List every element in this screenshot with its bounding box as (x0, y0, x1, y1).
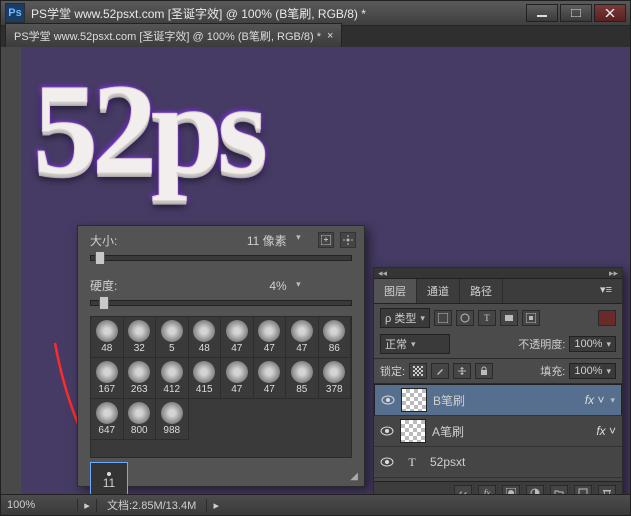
opacity-label: 不透明度: (518, 336, 565, 352)
zoom-menu-icon[interactable]: ▸ (78, 499, 97, 512)
lock-paint-icon[interactable] (431, 363, 449, 379)
filter-adjust-icon[interactable] (456, 310, 474, 326)
brush-hardness-label: 硬度: (90, 277, 130, 294)
brush-new-preset-icon[interactable] (318, 232, 334, 248)
brush-preset[interactable]: 263 (124, 358, 157, 399)
brush-preset[interactable]: 412 (156, 358, 189, 399)
brush-preset[interactable]: 47 (221, 358, 254, 399)
close-button[interactable] (594, 4, 626, 22)
filter-pixel-icon[interactable] (434, 310, 452, 326)
layer-name: 52psxt (430, 455, 465, 469)
brush-preset[interactable]: 86 (319, 317, 352, 358)
fx-badge[interactable]: fx ˅ (596, 424, 616, 438)
layer-thumbnail (401, 388, 427, 412)
brush-preset[interactable]: 32 (124, 317, 157, 358)
fill-label: 填充: (540, 363, 565, 379)
layer-filter-kind[interactable]: ρ 类型 (380, 308, 430, 328)
zoom-value[interactable]: 100% (1, 499, 78, 511)
lock-position-icon[interactable] (453, 363, 471, 379)
brush-preset[interactable]: 988 (156, 399, 189, 440)
collapse-right-icon[interactable]: ▸▸ (609, 268, 618, 278)
layer-row[interactable]: B笔刷 fx ˅ (374, 384, 622, 416)
layer-name: B笔刷 (433, 392, 465, 409)
lock-transparent-icon[interactable] (409, 363, 427, 379)
title-text: PS学堂 www.52psxt.com [圣诞字效] @ 100% (B笔刷, … (31, 5, 524, 22)
document-tab[interactable]: PS学堂 www.52psxt.com [圣诞字效] @ 100% (B笔刷, … (5, 23, 342, 48)
app-window: Ps PS学堂 www.52psxt.com [圣诞字效] @ 100% (B笔… (0, 0, 631, 516)
close-tab-icon[interactable]: × (327, 30, 333, 42)
brush-preset[interactable]: 167 (91, 358, 124, 399)
doc-size: 文档:2.85M/13.4M (97, 497, 206, 513)
blend-mode-select[interactable]: 正常 (380, 334, 450, 354)
visibility-eye-icon[interactable] (381, 395, 395, 405)
brush-preset[interactable]: 47 (254, 358, 287, 399)
brush-preset[interactable]: 5 (156, 317, 189, 358)
lock-label: 锁定: (380, 363, 405, 379)
panel-tabs: 图层 通道 路径 ▾≡ (374, 279, 622, 304)
brush-preset[interactable]: 47 (254, 317, 287, 358)
brush-hardness-slider[interactable] (90, 300, 352, 306)
left-toolbar (1, 47, 22, 495)
brush-preset[interactable]: 47 (286, 317, 319, 358)
doc-menu-icon[interactable]: ▸ (206, 499, 225, 512)
brush-size-label: 大小: (90, 232, 130, 249)
document-tab-bar: PS学堂 www.52psxt.com [圣诞字效] @ 100% (B笔刷, … (1, 26, 630, 49)
fx-badge[interactable]: fx ˅ (585, 393, 605, 407)
brush-size-slider[interactable] (90, 255, 352, 261)
status-bar: 100% ▸ 文档:2.85M/13.4M ▸ (1, 494, 630, 515)
layers-panel: ◂◂ ▸▸ 图层 通道 路径 ▾≡ ρ 类型 T 正常 不透明度: 100% (373, 267, 623, 505)
text-layer-icon: T (400, 451, 424, 473)
resize-grip-icon[interactable]: ◢ (350, 471, 358, 482)
layer-list[interactable]: B笔刷 fx ˅ A笔刷 fx ˅ T 52psxt (374, 384, 622, 481)
brush-menu-icon[interactable] (340, 232, 356, 248)
brush-preset-grid[interactable]: 4832548474747861672634124154747853786478… (90, 316, 352, 458)
layer-row[interactable]: T 52psxt (374, 447, 622, 478)
tab-channels[interactable]: 通道 (417, 279, 460, 303)
brush-preset[interactable]: 415 (189, 358, 222, 399)
filter-text-icon[interactable]: T (478, 310, 496, 326)
opacity-value[interactable]: 100% (569, 336, 616, 352)
brush-preset[interactable]: 800 (124, 399, 157, 440)
brush-preset[interactable]: 48 (91, 317, 124, 358)
panel-menu-icon[interactable]: ▾≡ (590, 279, 622, 303)
brush-preset[interactable]: 378 (319, 358, 352, 399)
maximize-button[interactable] (560, 4, 592, 22)
visibility-eye-icon[interactable] (380, 426, 394, 436)
layer-thumbnail (400, 419, 426, 443)
brush-current-size: 11 (103, 476, 115, 490)
lock-all-icon[interactable] (475, 363, 493, 379)
brush-hardness-value[interactable]: 4% (217, 279, 303, 293)
brush-size-value[interactable]: 11 像素 (217, 232, 303, 249)
layer-name: A笔刷 (432, 423, 464, 440)
panel-collapse-strip[interactable]: ◂◂ ▸▸ (374, 268, 622, 279)
brush-panel: 大小: 11 像素 硬度: 4% 48325484747478616726341… (77, 225, 365, 487)
document-tab-label: PS学堂 www.52psxt.com [圣诞字效] @ 100% (B笔刷, … (14, 28, 321, 44)
filter-shape-icon[interactable] (500, 310, 518, 326)
layer-row[interactable]: A笔刷 fx ˅ (374, 416, 622, 447)
minimize-button[interactable] (526, 4, 558, 22)
filter-smart-icon[interactable] (522, 310, 540, 326)
brush-preset[interactable]: 47 (221, 317, 254, 358)
tab-paths[interactable]: 路径 (460, 279, 503, 303)
app-icon: Ps (5, 3, 25, 23)
visibility-eye-icon[interactable] (380, 457, 394, 467)
filter-toggle[interactable] (598, 310, 616, 326)
fill-value[interactable]: 100% (569, 363, 616, 379)
brush-preset[interactable]: 85 (286, 358, 319, 399)
brush-preset[interactable]: 647 (91, 399, 124, 440)
tab-layers[interactable]: 图层 (374, 279, 417, 303)
brush-preset[interactable]: 48 (189, 317, 222, 358)
collapse-left-icon[interactable]: ◂◂ (378, 268, 387, 278)
canvas-text: 52ps (33, 55, 262, 205)
